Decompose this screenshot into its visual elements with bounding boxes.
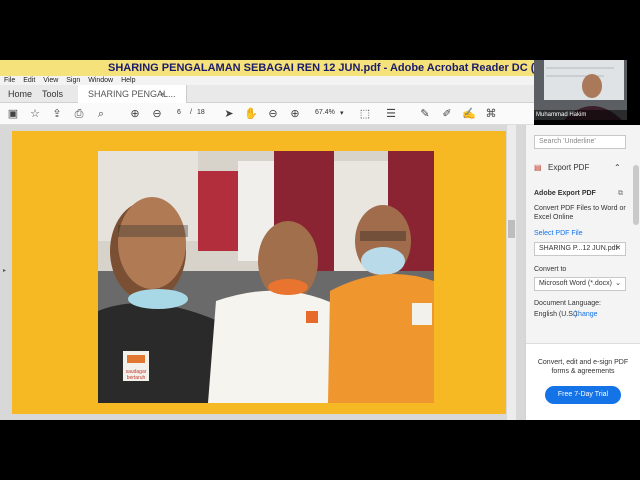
tab-bar: Home Tools SHARING PENGAL... × bbox=[0, 85, 534, 103]
window-title-bar: SHARING PENGALAMAN SEBAGAI REN 12 JUN.pd… bbox=[0, 60, 534, 76]
convert-to-select[interactable]: Microsoft Word (*.docx) ⌄ bbox=[534, 277, 626, 291]
webcam-overlay: Muhammad Hakim bbox=[534, 60, 627, 120]
next-page-icon[interactable]: ⊖ bbox=[150, 107, 164, 121]
page-separator: / bbox=[190, 109, 192, 116]
tab-home[interactable]: Home bbox=[8, 85, 32, 103]
document-language-value: English (U.S.) bbox=[534, 311, 578, 318]
menu-window[interactable]: Window bbox=[88, 76, 113, 85]
hand-tool-icon[interactable]: ✋ bbox=[244, 107, 258, 121]
tab-document[interactable]: SHARING PENGAL... bbox=[78, 85, 187, 103]
dropdown-chevron-icon[interactable]: ⌄ bbox=[615, 278, 621, 290]
export-pdf-icon: ▤ bbox=[534, 163, 542, 172]
promo-section: Convert, edit and e-sign PDF forms & agr… bbox=[526, 343, 640, 420]
scroll-mode-icon[interactable]: ☰ bbox=[384, 107, 398, 121]
document-language-label: Document Language: bbox=[534, 300, 601, 307]
free-trial-button[interactable]: Free 7-Day Trial bbox=[545, 386, 621, 404]
zoom-search-icon[interactable]: ⌕ bbox=[94, 107, 108, 121]
vertical-scrollbar[interactable] bbox=[507, 125, 516, 420]
pen-icon[interactable]: ✐ bbox=[440, 107, 454, 121]
page-number-current[interactable]: 6 bbox=[177, 109, 181, 116]
zoom-in-icon[interactable]: ⊕ bbox=[288, 107, 302, 121]
export-description: Convert PDF Files to Word or Excel Onlin… bbox=[534, 205, 626, 221]
zoom-dropdown-icon[interactable]: ▾ bbox=[340, 109, 344, 117]
toolbar: ▣ ☆ ⇪ ⎙ ⌕ ⊕ ⊖ 6 / 18 ➤ ✋ ⊖ ⊕ 67.4% ▾ ⬚ ☰… bbox=[0, 103, 534, 125]
page-number-total: 18 bbox=[197, 109, 205, 116]
menu-edit[interactable]: Edit bbox=[23, 76, 35, 85]
save-icon[interactable]: ▣ bbox=[6, 107, 20, 121]
export-info-icon[interactable]: ⧉ bbox=[618, 190, 623, 198]
sign-icon[interactable]: ✍ bbox=[462, 107, 476, 121]
promo-text: Convert, edit and e-sign PDF forms & agr… bbox=[537, 359, 629, 375]
export-pdf-header[interactable]: Export PDF bbox=[548, 163, 589, 172]
previous-page-icon[interactable]: ⊕ bbox=[128, 107, 142, 121]
adobe-export-title: Adobe Export PDF bbox=[534, 190, 596, 197]
bookmark-star-icon[interactable]: ☆ bbox=[28, 107, 42, 121]
selected-file-field[interactable]: SHARING P...12 JUN.pdf ✕ bbox=[534, 242, 626, 256]
upload-icon[interactable]: ⇪ bbox=[50, 107, 64, 121]
menu-view[interactable]: View bbox=[43, 76, 58, 85]
page-photo: saudagar bertaruh bbox=[98, 151, 434, 403]
remove-file-icon[interactable]: ✕ bbox=[615, 243, 621, 255]
zoom-out-icon[interactable]: ⊖ bbox=[266, 107, 280, 121]
search-tools-input[interactable]: Search 'Underline' bbox=[534, 135, 626, 149]
menu-file[interactable]: File bbox=[4, 76, 15, 85]
expand-left-panel-icon[interactable]: ▸ bbox=[3, 267, 6, 274]
comment-icon[interactable]: ✎ bbox=[418, 107, 432, 121]
change-language-link[interactable]: Change bbox=[573, 311, 598, 318]
menu-sign[interactable]: Sign bbox=[66, 76, 80, 85]
tab-tools[interactable]: Tools bbox=[42, 85, 63, 103]
zoom-level[interactable]: 67.4% bbox=[315, 109, 335, 116]
scrollbar-thumb[interactable] bbox=[508, 220, 515, 238]
menu-help[interactable]: Help bbox=[121, 76, 135, 85]
left-nav-strip[interactable]: ▸ bbox=[0, 125, 12, 420]
select-cursor-icon[interactable]: ➤ bbox=[222, 107, 236, 121]
close-tab-icon[interactable]: × bbox=[160, 85, 165, 103]
panel-scrollbar[interactable] bbox=[633, 165, 639, 225]
window-title: SHARING PENGALAMAN SEBAGAI REN 12 JUN.pd… bbox=[108, 62, 534, 74]
fill-sign-icon[interactable]: ⌘ bbox=[484, 107, 498, 121]
badge-text-2: bertaruh bbox=[127, 375, 146, 381]
collapse-chevron-icon[interactable]: ⌃ bbox=[614, 163, 621, 172]
right-tools-panel: Search 'Underline' ▤ Export PDF ⌃ Adobe … bbox=[525, 125, 640, 420]
print-icon[interactable]: ⎙ bbox=[72, 107, 86, 121]
select-pdf-label[interactable]: Select PDF File bbox=[534, 230, 583, 237]
group-selfie-image: saudagar bertaruh bbox=[98, 151, 434, 403]
fit-page-icon[interactable]: ⬚ bbox=[358, 107, 372, 121]
selected-file-name: SHARING P...12 JUN.pdf bbox=[539, 245, 618, 252]
convert-to-value: Microsoft Word (*.docx) bbox=[539, 280, 612, 287]
convert-to-label: Convert to bbox=[534, 266, 567, 273]
menu-bar: File Edit View Sign Window Help bbox=[0, 76, 534, 85]
participant-name: Muhammad Hakim bbox=[534, 110, 627, 120]
